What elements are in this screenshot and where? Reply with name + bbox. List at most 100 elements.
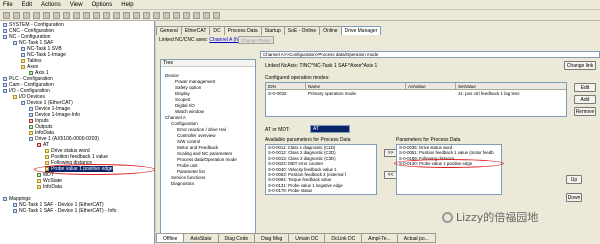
cell-idn: S-0-0032 xyxy=(268,91,287,96)
status-tab[interactable]: AxisState xyxy=(183,233,219,243)
tree-node-icon xyxy=(13,209,17,213)
down-button[interactable]: Down xyxy=(566,193,582,202)
drive-tree-node[interactable]: Controller overview xyxy=(177,133,216,138)
toolbar-button-icon[interactable] xyxy=(193,11,200,19)
tree-node-icon xyxy=(3,77,7,81)
change-link-button[interactable]: Change link xyxy=(564,61,596,70)
toolbar-button-icon[interactable] xyxy=(163,11,170,19)
tab-online[interactable]: Online xyxy=(319,26,342,35)
toolbar-button-icon[interactable] xyxy=(53,11,60,19)
process-params-label: Parameters for Process Data xyxy=(396,137,461,143)
toolbar-button-icon[interactable] xyxy=(43,11,50,19)
drive-tree-node[interactable]: Scaling and NC parameters xyxy=(177,151,232,156)
available-params-list[interactable]: S-0-0011: Class 1 diagnostic (C1D) S-0-00… xyxy=(265,144,377,195)
toolbar-button-icon[interactable] xyxy=(133,11,140,19)
tree-node-icon xyxy=(37,173,41,177)
toolbar-button-icon[interactable] xyxy=(73,11,80,19)
watermark-text: Lizzy的倍福园地 xyxy=(456,211,539,224)
toolbar-button-icon[interactable] xyxy=(173,11,180,19)
status-tab[interactable]: Diag Msg xyxy=(254,233,290,243)
drive-tree-node[interactable]: Configuration xyxy=(171,121,198,126)
status-tab[interactable]: Diag Code xyxy=(217,233,256,243)
status-tab[interactable]: Umain DC xyxy=(288,233,326,243)
process-params-list[interactable]: S-0-0035: Drive status word S-0-0051: Pos… xyxy=(396,144,502,195)
drive-tree-node[interactable]: S/W control xyxy=(177,139,200,144)
toolbar-button-icon[interactable] xyxy=(33,11,40,19)
menu-item[interactable]: Help xyxy=(121,2,133,8)
menu-item[interactable]: Options xyxy=(92,2,113,8)
tree-node-icon xyxy=(21,53,25,57)
remove-button[interactable]: Remove xyxy=(574,107,596,116)
grid-col-name: Name xyxy=(306,83,406,89)
list-item[interactable]: S-0-0179: Probe status xyxy=(266,188,376,193)
drive-tree[interactable]: Tree Device Power management Safety option… xyxy=(160,59,256,235)
drive-tree-node[interactable]: ScopeZ xyxy=(175,97,191,102)
drive-tree-node[interactable]: Device xyxy=(165,73,179,78)
highlight-oval-tree xyxy=(34,164,155,175)
drive-tree-node[interactable]: Motor and Feedback xyxy=(177,145,218,150)
operation-mode-grid: IDN Name ActValue SetValue S-0-0032 Prim… xyxy=(265,82,567,117)
menu-item[interactable]: Edit xyxy=(22,2,32,8)
tree-node-icon xyxy=(21,47,25,51)
drive-tree-node[interactable]: Digital I/O xyxy=(175,103,195,108)
tab-general[interactable]: General xyxy=(156,26,182,35)
drive-tree-node[interactable]: Safety option xyxy=(175,85,201,90)
toolbar-button-icon[interactable] xyxy=(83,11,90,19)
drive-tree-node[interactable]: Watch window xyxy=(175,109,204,114)
drive-tree-node[interactable]: Error reaction / drive Hal xyxy=(177,127,226,132)
toolbar-button-icon[interactable] xyxy=(203,11,210,19)
status-tab[interactable]: Offline xyxy=(156,233,185,243)
drive-tree-node[interactable]: Parameter list xyxy=(177,169,205,174)
grid-header: IDN Name ActValue SetValue xyxy=(266,83,566,90)
watermark: Lizzy的倍福园地 xyxy=(442,209,538,225)
toolbar-button-icon[interactable] xyxy=(63,11,70,19)
status-tab[interactable]: Ampl-Te... xyxy=(361,233,398,243)
toolbar-button-icon[interactable] xyxy=(13,11,20,19)
up-button[interactable]: Up xyxy=(566,175,582,184)
tab-dc[interactable]: DC xyxy=(209,26,225,35)
toolbar-button-icon[interactable] xyxy=(93,11,100,19)
toolbar-button-icon[interactable] xyxy=(213,11,220,19)
toolbar-button-icon[interactable] xyxy=(183,11,190,19)
add-button[interactable]: Add xyxy=(574,95,596,104)
table-row[interactable]: S-0-0032 Primary operation mode 11: pos … xyxy=(266,90,566,97)
drive-tree-node[interactable]: Probe unit xyxy=(177,163,198,168)
status-tab[interactable]: DcLink DC xyxy=(324,233,363,243)
drive-tree-node[interactable]: Display xyxy=(175,91,190,96)
tree-node-icon xyxy=(29,71,33,75)
menu-item[interactable]: Actions xyxy=(41,2,61,8)
toolbar-button-icon[interactable] xyxy=(23,11,30,19)
toolbar-button-icon[interactable] xyxy=(3,11,10,19)
tab-startup[interactable]: Startup xyxy=(260,26,285,35)
tree-node-icon xyxy=(29,137,33,141)
tab-process-data[interactable]: Process Data xyxy=(223,26,262,35)
toolbar-button-icon[interactable] xyxy=(143,11,150,19)
tree-node-icon xyxy=(3,89,7,93)
menu-item[interactable]: File xyxy=(3,2,13,8)
tree-node[interactable]: NC-Task 1 SAF - Device 1 (EtherCAT) - In… xyxy=(13,208,116,214)
drive-tree-node[interactable]: Diagnostics xyxy=(171,181,194,186)
tree-node-icon xyxy=(3,83,7,87)
toolbar-button-icon[interactable] xyxy=(123,11,130,19)
drive-tree-node[interactable]: Channel A xyxy=(165,115,186,120)
tree-node-icon xyxy=(37,179,41,183)
edit-button[interactable]: Edit xyxy=(574,83,596,92)
toolbar-button-icon[interactable] xyxy=(153,11,160,19)
tree-node[interactable]: InfoData xyxy=(37,184,62,190)
menu-item[interactable]: View xyxy=(70,2,83,8)
tab-drive-manager[interactable]: Drive Manager xyxy=(340,26,382,35)
tree-node-icon xyxy=(3,29,7,33)
available-params-label: Available parameters for Process Data xyxy=(265,137,351,143)
change-phase-button[interactable]: Change Phase xyxy=(238,36,274,44)
status-tab[interactable]: Actual po... xyxy=(396,233,436,243)
tab-ethercat[interactable]: EtherCAT xyxy=(180,26,211,35)
drive-tree-node[interactable]: Service functions xyxy=(171,175,205,180)
drive-tree-node[interactable]: Power management xyxy=(175,79,215,84)
system-tree[interactable]: SYSTEM - Configuration CNC - Configuratio… xyxy=(0,21,155,244)
toolbar-button-icon[interactable] xyxy=(113,11,120,19)
toolbar-button-icon[interactable] xyxy=(103,11,110,19)
drive-tree-node[interactable]: Process data/Operation mode xyxy=(177,157,237,162)
tree-node-icon xyxy=(21,65,25,69)
tab-soe-online[interactable]: SoE - Online xyxy=(283,26,321,35)
at-mdt-select[interactable]: AT xyxy=(310,125,350,133)
